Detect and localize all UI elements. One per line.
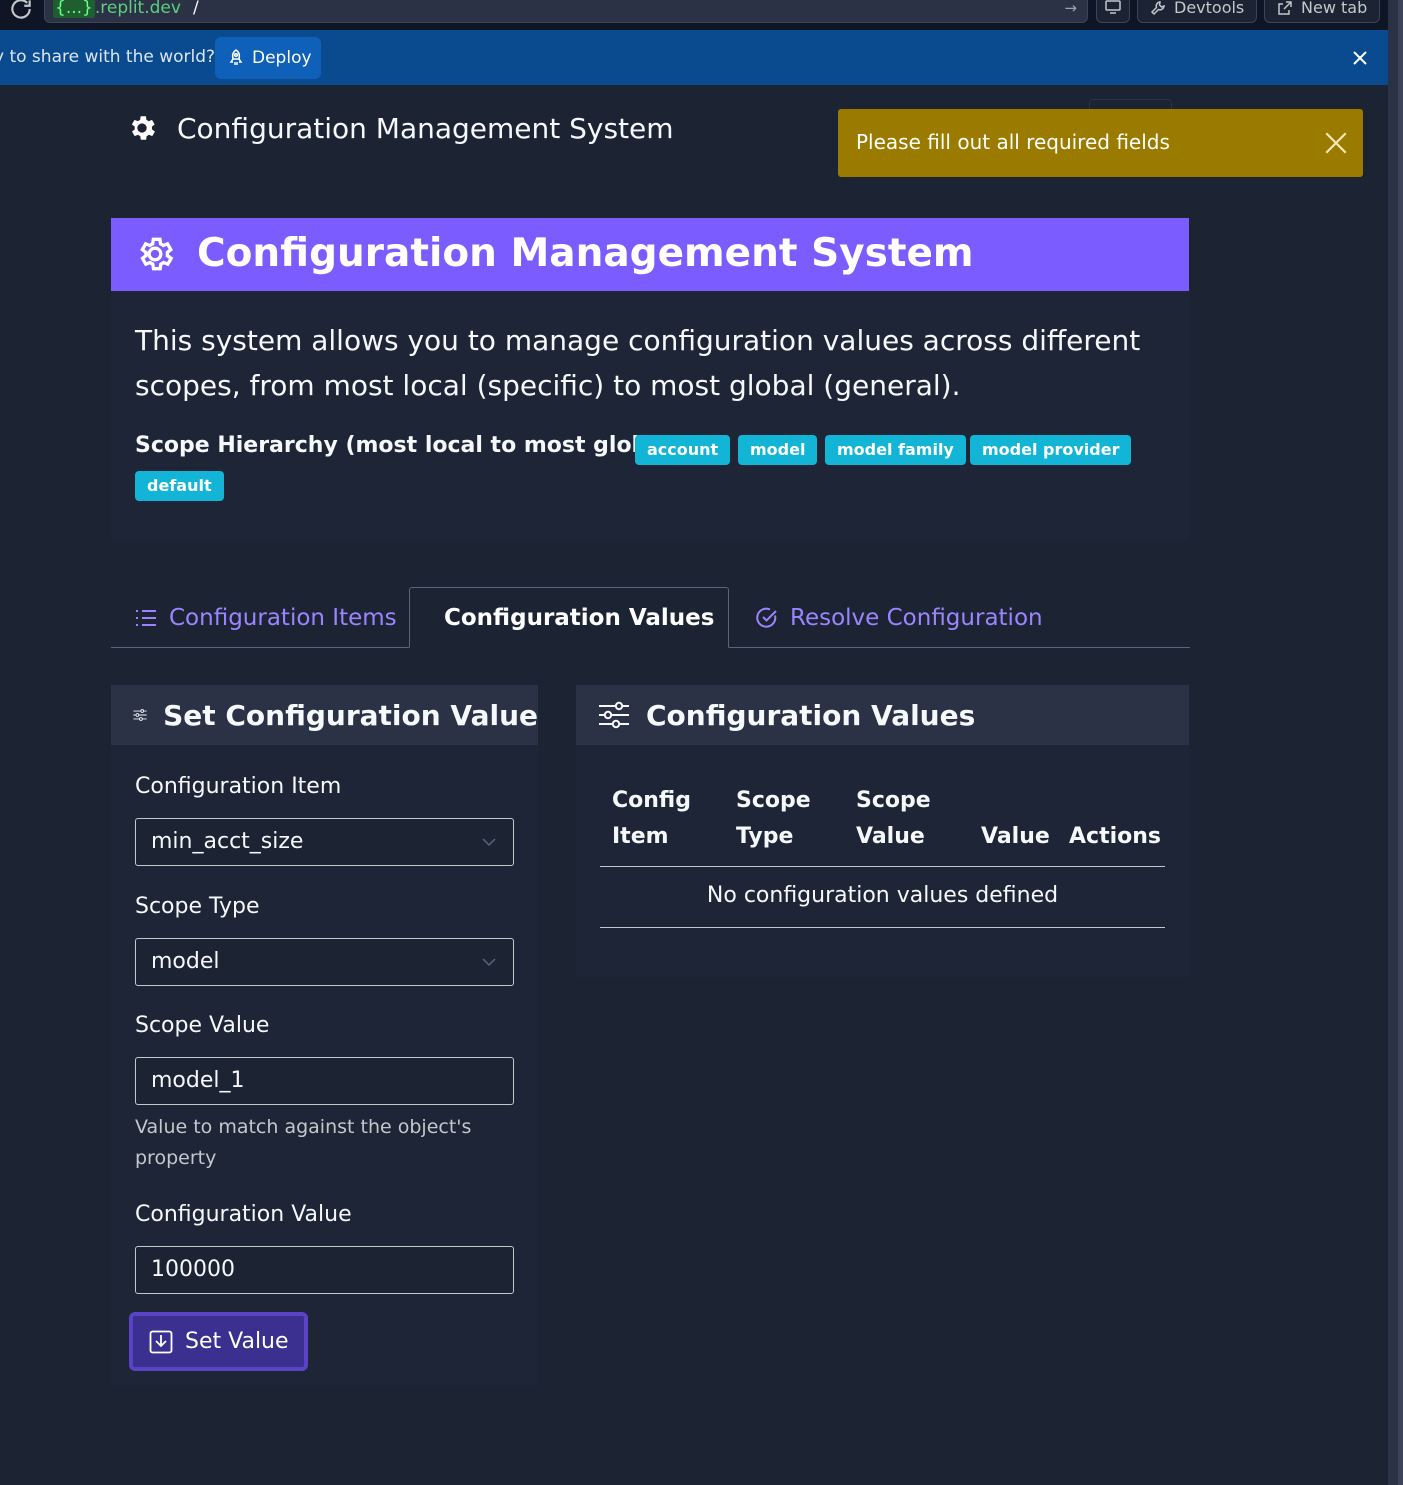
- scope-value-help: Value to match against the object's prop…: [135, 1116, 472, 1169]
- header-line: Scope: [736, 788, 811, 813]
- column-header-actions: Actions: [1069, 824, 1161, 849]
- config-item-select[interactable]: min_acct_size: [135, 818, 514, 866]
- arrow-right-icon[interactable]: →: [1064, 0, 1077, 21]
- deploy-banner: y to share with the world? Deploy: [0, 30, 1388, 85]
- deploy-button[interactable]: Deploy: [215, 37, 321, 79]
- new-tab-label: New tab: [1301, 0, 1368, 17]
- reload-icon[interactable]: [8, 0, 34, 22]
- column-header-value: Value: [981, 824, 1050, 849]
- scope-badge-model-provider: model provider: [970, 435, 1132, 465]
- devtools-button[interactable]: Devtools: [1137, 0, 1258, 23]
- config-value-label: Configuration Value: [135, 1202, 352, 1227]
- address-bar[interactable]: {...} .replit.dev / →: [44, 0, 1088, 23]
- rocket-icon: [229, 49, 243, 65]
- chevron-down-icon: [482, 838, 496, 847]
- close-icon[interactable]: [1348, 46, 1372, 70]
- sliders-icon: [133, 709, 147, 721]
- column-header-scope-value: Scope Value: [856, 783, 931, 855]
- column-header-config-item: Config Item: [612, 783, 691, 855]
- scope-badge-account: account: [635, 435, 731, 465]
- scope-value-input[interactable]: model_1: [135, 1057, 514, 1105]
- config-item-label: Configuration Item: [135, 774, 342, 799]
- header-line: Item: [612, 824, 669, 849]
- download-box-icon: [149, 1330, 173, 1353]
- scope-value-label: Scope Value: [135, 1013, 270, 1038]
- scope-badge-default: default: [135, 471, 224, 501]
- scope-badge-model-family: model family: [825, 435, 966, 465]
- tab-label: Resolve Configuration: [790, 604, 1043, 631]
- scope-type-select[interactable]: model: [135, 938, 514, 986]
- intro-text: This system allows you to manage configu…: [135, 324, 1141, 402]
- header-line: Scope: [856, 788, 931, 813]
- device-button[interactable]: [1096, 0, 1130, 23]
- close-icon[interactable]: [1323, 130, 1349, 156]
- external-link-icon: [1278, 1, 1292, 15]
- banner-text: y to share with the world?: [0, 47, 216, 67]
- scope-type-value: model: [151, 949, 220, 974]
- url-host: {...} .replit.dev: [53, 0, 181, 21]
- empty-table-message: No configuration values defined: [706, 883, 1059, 908]
- url-brace: {...}: [53, 0, 95, 18]
- tab-label: Configuration Items: [169, 604, 397, 631]
- scrollbar[interactable]: [1398, 0, 1403, 1485]
- url-domain: .replit.dev: [94, 0, 181, 18]
- set-value-header: Set Configuration Value: [111, 685, 538, 745]
- header-line: Config: [612, 788, 691, 813]
- table-bottom-divider: [600, 927, 1165, 928]
- toast-message: Please fill out all required fields: [856, 130, 1170, 154]
- warning-toast: Please fill out all required fields: [838, 109, 1363, 177]
- config-value-input[interactable]: 100000: [135, 1246, 514, 1294]
- scope-type-label: Scope Type: [135, 894, 260, 919]
- browser-toolbar: {...} .replit.dev / → Devtools New tab: [0, 0, 1388, 30]
- tab-label: Configuration Values: [444, 604, 715, 631]
- hierarchy-label: Scope Hierarchy (most local to most glob…: [135, 433, 689, 458]
- config-value-text: 100000: [151, 1257, 235, 1282]
- devtools-label: Devtools: [1174, 0, 1245, 17]
- check-circle-icon: [756, 607, 777, 628]
- set-value-button[interactable]: Set Value: [129, 1312, 308, 1371]
- gear-icon: [131, 116, 155, 140]
- header-line: Value: [856, 824, 925, 849]
- tab-configuration-values[interactable]: Configuration Values: [409, 587, 729, 648]
- values-header: Configuration Values: [576, 685, 1189, 745]
- new-tab-button[interactable]: New tab: [1264, 0, 1381, 23]
- scope-badge-model: model: [738, 435, 818, 465]
- panel-title: Configuration Values: [646, 698, 976, 732]
- deploy-label: Deploy: [252, 48, 312, 68]
- card-body: This system allows you to manage configu…: [111, 291, 1189, 541]
- list-icon: [136, 609, 156, 626]
- window-edge: [1388, 0, 1403, 1485]
- panel-title: Set Configuration Value: [163, 698, 538, 732]
- header-line: Type: [736, 824, 794, 849]
- tab-configuration-items[interactable]: Configuration Items: [135, 587, 397, 648]
- config-item-value: min_acct_size: [151, 829, 304, 854]
- table-header-divider: [600, 866, 1165, 867]
- scope-value-text: model_1: [151, 1068, 245, 1093]
- card-header: Configuration Management System: [111, 218, 1189, 291]
- tab-resolve-configuration[interactable]: Resolve Configuration: [756, 587, 1043, 648]
- sliders-icon: [599, 701, 629, 729]
- column-header-scope-type: Scope Type: [736, 783, 811, 855]
- url-path: /: [193, 0, 199, 18]
- wrench-icon: [1150, 1, 1165, 16]
- gear-icon: [140, 237, 174, 271]
- app-title: Configuration Management System: [177, 112, 674, 145]
- monitor-icon: [1105, 0, 1121, 14]
- chevron-down-icon: [482, 958, 496, 967]
- card-title: Configuration Management System: [197, 231, 974, 276]
- set-value-label: Set Value: [185, 1329, 289, 1354]
